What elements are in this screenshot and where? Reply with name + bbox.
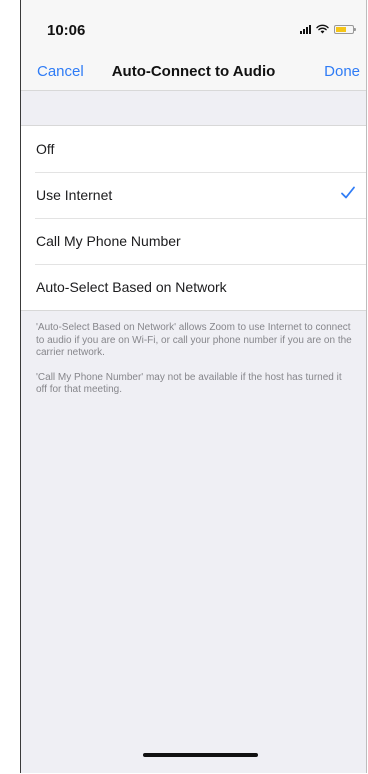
option-label: Off	[36, 141, 55, 157]
option-off[interactable]: Off	[21, 126, 366, 172]
option-call-my-phone-number[interactable]: Call My Phone Number	[21, 218, 366, 264]
navigation-bar: Cancel Auto-Connect to Audio Done	[21, 58, 366, 91]
status-bar: 10:06	[21, 0, 366, 58]
footnote-call-my-phone: 'Call My Phone Number' may not be availa…	[36, 371, 342, 396]
option-label: Use Internet	[36, 187, 113, 203]
wifi-icon	[316, 24, 329, 34]
audio-options-list: Off Use Internet Call My Phone Number Au…	[21, 125, 366, 311]
battery-icon	[334, 24, 356, 34]
footnote-auto-select: 'Auto-Select Based on Network' allows Zo…	[36, 322, 352, 358]
option-label: Call My Phone Number	[36, 233, 181, 249]
footnotes: 'Auto-Select Based on Network' allows Zo…	[36, 322, 354, 409]
option-use-internet[interactable]: Use Internet	[21, 172, 366, 218]
status-time: 10:06	[47, 22, 86, 39]
signal-icon	[300, 24, 311, 34]
battery-level	[336, 26, 346, 32]
status-icons	[300, 24, 356, 34]
page-title: Auto-Connect to Audio	[111, 63, 276, 80]
option-label: Auto-Select Based on Network	[36, 279, 227, 295]
home-indicator[interactable]	[143, 753, 258, 757]
checkmark-icon	[341, 186, 355, 199]
done-button[interactable]: Done	[324, 63, 360, 80]
option-auto-select-based-on-network[interactable]: Auto-Select Based on Network	[21, 264, 366, 310]
phone-screen: 10:06 Cancel Auto-Connect to Audio Done	[20, 0, 367, 773]
